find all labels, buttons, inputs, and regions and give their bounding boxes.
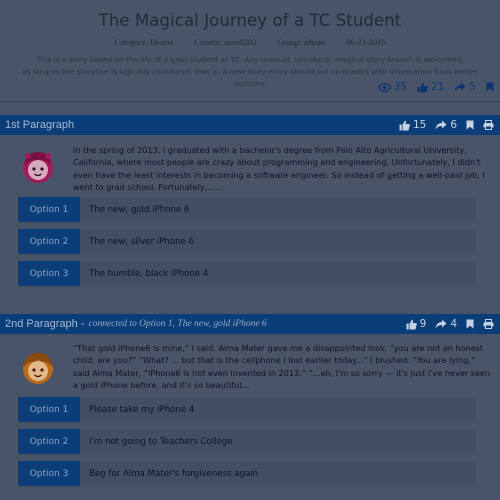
share-icon[interactable] xyxy=(435,319,447,329)
option-text[interactable]: I'm not going to Teachers College xyxy=(80,429,476,454)
paragraph-bookmark-button[interactable] xyxy=(466,319,474,329)
option-text[interactable]: Please take my iPhone 4 xyxy=(80,397,476,422)
bookmark-icon[interactable] xyxy=(466,120,474,130)
paragraph-like-button[interactable]: 9 xyxy=(406,318,427,330)
option-1[interactable]: Option 1 The new, gold iPhone 6 xyxy=(18,197,476,222)
story-meta: Category: Drama Creator: soso0202 Group:… xyxy=(0,37,500,47)
option-tag[interactable]: Option 2 xyxy=(18,429,80,454)
shares-stat[interactable]: 5 xyxy=(454,81,476,93)
option-text[interactable]: The new, silver iPhone 6 xyxy=(80,229,476,254)
bookmark-icon[interactable] xyxy=(486,82,494,92)
option-tag[interactable]: Option 1 xyxy=(18,397,80,422)
eye-icon xyxy=(377,82,391,92)
story-creator[interactable]: Creator: soso0202 xyxy=(194,37,256,47)
paragraph-header-1: 1st Paragraph 15 6 xyxy=(0,115,500,135)
header-divider xyxy=(0,101,500,102)
story-stats: 35 21 5 xyxy=(377,80,494,94)
share-icon[interactable] xyxy=(454,82,466,92)
thumbs-up-icon[interactable] xyxy=(417,82,428,93)
paragraph-actions: 15 6 xyxy=(399,115,494,135)
paragraph-like-button[interactable]: 15 xyxy=(399,119,426,131)
paragraph-like-count: 15 xyxy=(412,119,427,131)
paragraph-header-2: 2nd Paragraph - connected to Option 1, T… xyxy=(0,314,500,334)
views-count: 35 xyxy=(393,81,407,93)
likes-count: 21 xyxy=(430,81,445,93)
option-text[interactable]: The humble, black iPhone 4 xyxy=(80,261,476,286)
option-tag[interactable]: Option 3 xyxy=(18,261,80,286)
story-description-line1: This is a story based on the life of a g… xyxy=(36,55,464,64)
option-text[interactable]: The new, gold iPhone 6 xyxy=(80,197,476,222)
option-tag[interactable]: Option 1 xyxy=(18,197,80,222)
share-icon[interactable] xyxy=(435,120,447,130)
shares-count: 5 xyxy=(469,81,476,93)
likes-stat[interactable]: 21 xyxy=(417,81,444,93)
option-tag[interactable]: Option 2 xyxy=(18,229,80,254)
option-tag[interactable]: Option 3 xyxy=(18,461,80,486)
paragraph-actions: 9 4 xyxy=(406,314,494,334)
print-icon[interactable] xyxy=(483,120,494,130)
paragraph-like-count: 9 xyxy=(419,318,427,330)
paragraph-text: In the spring of 2013, I graduated with … xyxy=(73,145,485,192)
avatar-girl xyxy=(20,149,56,185)
story-bookmark[interactable] xyxy=(486,82,494,92)
story-category: Category: Drama xyxy=(114,37,174,47)
paragraph-title: 1st Paragraph xyxy=(5,119,75,131)
avatar-boy-icon xyxy=(23,353,53,384)
paragraph-text: “That gold iPhone6 is mine,” I said. Alm… xyxy=(73,343,490,390)
paragraph-print-button[interactable] xyxy=(483,319,494,329)
option-3[interactable]: Option 3 The humble, black iPhone 4 xyxy=(18,261,476,286)
story-group[interactable]: Group: admin xyxy=(277,37,324,47)
option-2[interactable]: Option 2 I'm not going to Teachers Colle… xyxy=(18,429,476,454)
thumbs-up-icon[interactable] xyxy=(406,319,417,330)
option-2[interactable]: Option 2 The new, silver iPhone 6 xyxy=(18,229,476,254)
paragraph-share-count: 4 xyxy=(450,318,457,330)
paragraph-connection[interactable]: connected to Option 1, The new, gold iPh… xyxy=(89,319,267,329)
paragraph-share-button[interactable]: 6 xyxy=(435,119,457,131)
print-icon[interactable] xyxy=(483,319,494,329)
story-header: The Magical Journey of a TC Student Cate… xyxy=(0,0,500,102)
avatar-boy xyxy=(20,350,56,386)
paragraph-print-button[interactable] xyxy=(483,120,494,130)
option-1[interactable]: Option 1 Please take my iPhone 4 xyxy=(18,397,476,422)
paragraph-share-count: 6 xyxy=(450,119,457,131)
avatar-girl-icon xyxy=(23,152,53,183)
thumbs-up-icon[interactable] xyxy=(399,120,410,131)
paragraph-bookmark-button[interactable] xyxy=(466,120,474,130)
story-title: The Magical Journey of a TC Student xyxy=(98,11,402,30)
option-text[interactable]: Beg for Alma Mater's forgiveness again xyxy=(80,461,476,486)
paragraph-share-button[interactable]: 4 xyxy=(435,318,457,330)
story-date: 06-23-2015 xyxy=(345,37,386,47)
views-stat: 35 xyxy=(377,81,407,93)
option-3[interactable]: Option 3 Beg for Alma Mater's forgivenes… xyxy=(18,461,476,486)
bookmark-icon[interactable] xyxy=(466,319,474,329)
paragraph-title: 2nd Paragraph - xyxy=(5,318,85,330)
